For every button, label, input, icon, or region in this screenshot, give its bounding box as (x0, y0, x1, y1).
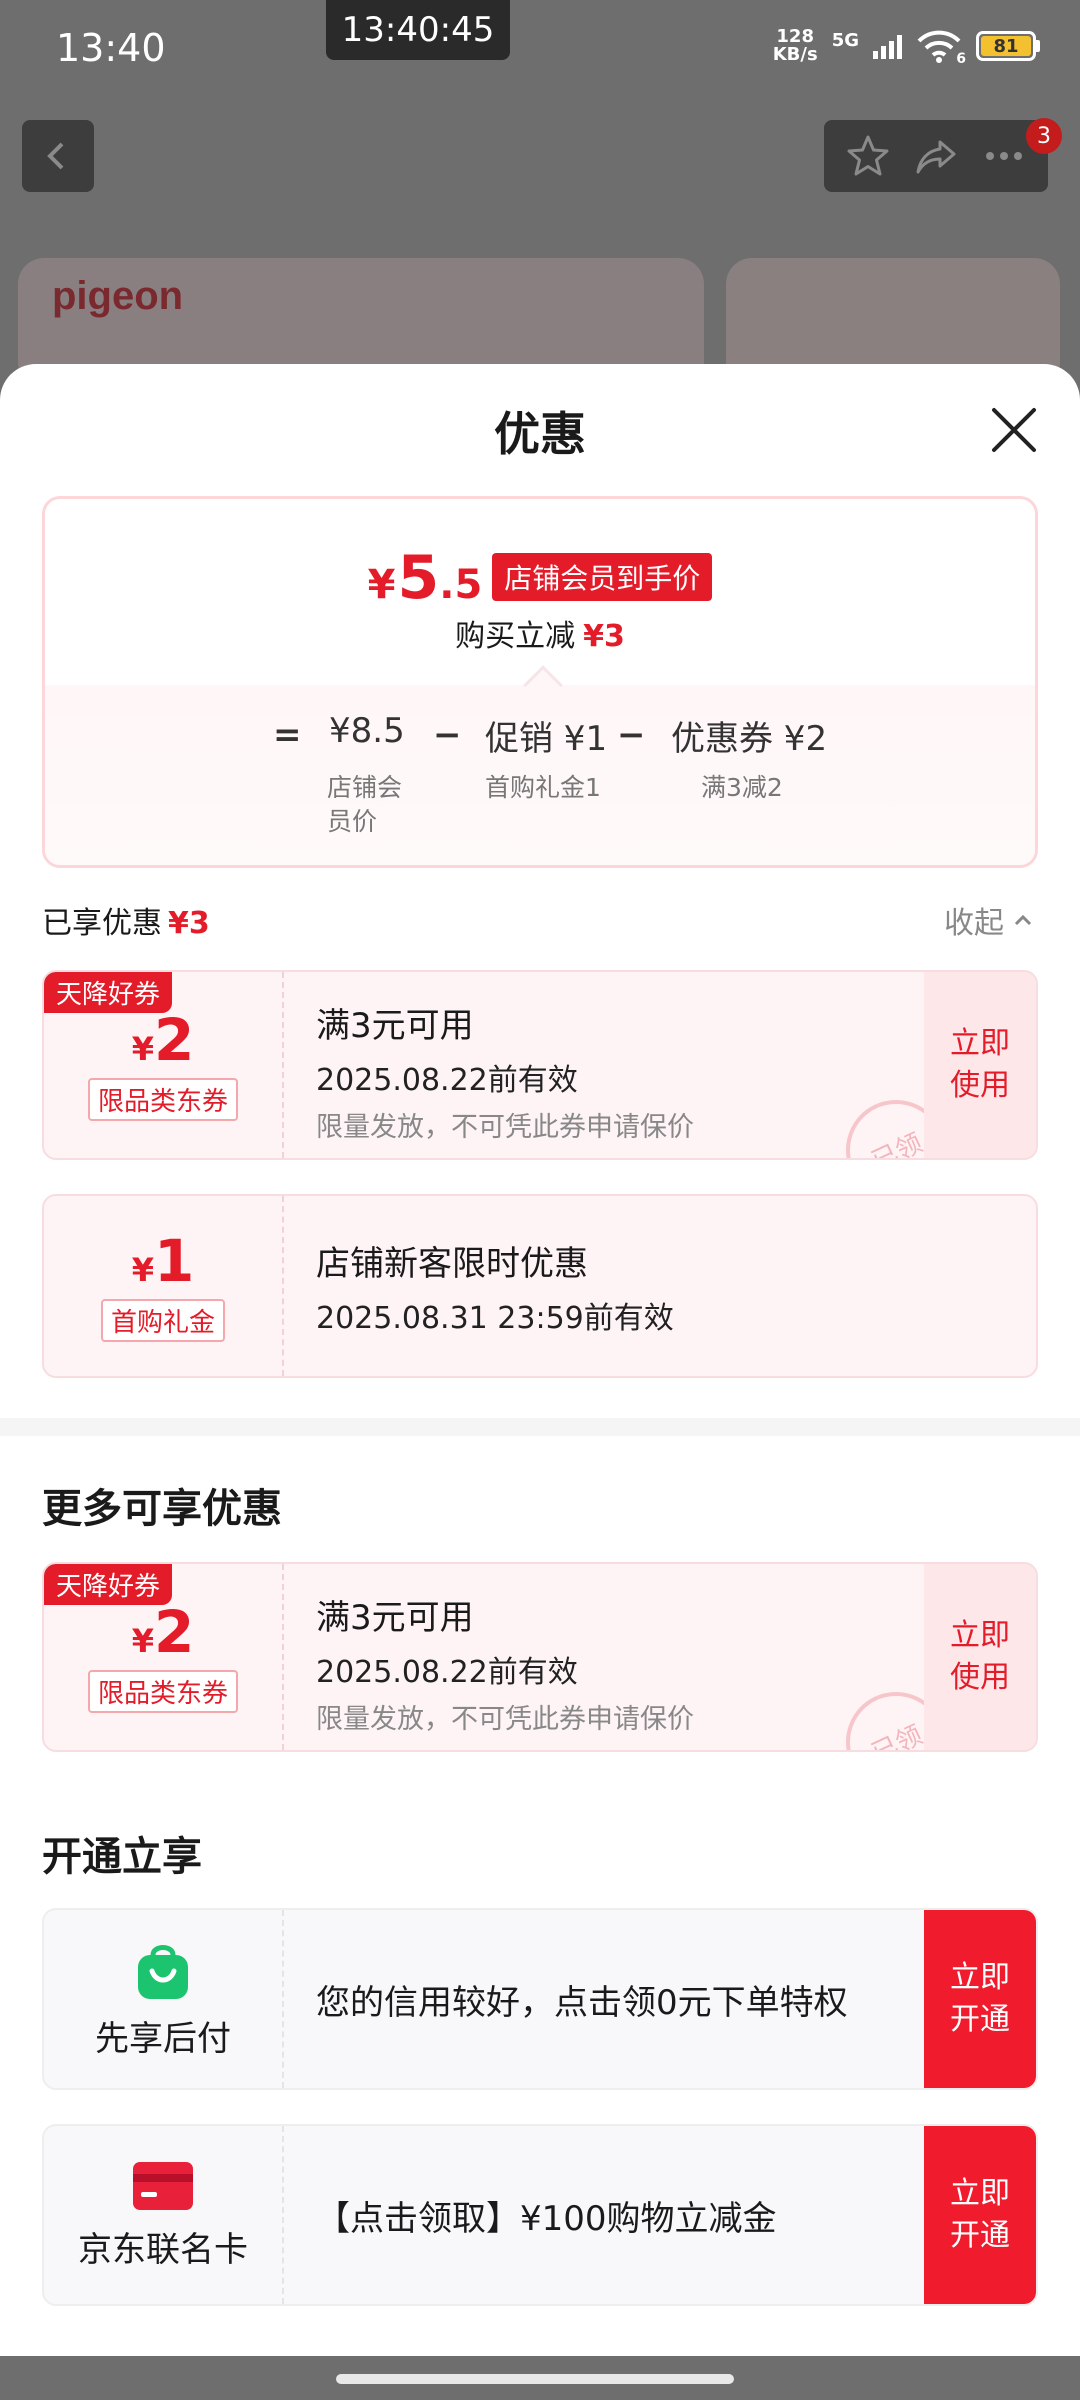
reduce-label: 购买立减 (455, 619, 576, 654)
navigation-bar (0, 2356, 1080, 2400)
back-button (22, 120, 94, 192)
equals-sign: = (273, 715, 302, 755)
collapse-toggle[interactable]: 收起 (944, 898, 1034, 942)
coupon-amount: 1 (153, 1226, 195, 1295)
status-time: 13:40 (56, 26, 166, 70)
open-now-button[interactable]: 立即开通 (924, 2126, 1036, 2304)
signal-icon (873, 33, 902, 59)
service-brand: 先享后付 (44, 1910, 284, 2088)
more-discounts-title: 更多可享优惠 (42, 1486, 282, 1532)
coupon-condition: 满3元可用 (316, 1598, 474, 1638)
coupon-details: 满3元可用 2025.08.22前有效 限量发放，不可凭此券申请保价 (316, 1590, 694, 1736)
service-brand: 京东联名卡 (44, 2126, 284, 2304)
back-arrow-icon (47, 142, 64, 170)
promo-label: 首购礼金1 (485, 773, 601, 802)
section-divider (0, 1418, 1080, 1436)
coupon-amount: 2 (153, 1005, 195, 1074)
notification-badge: 3 (1026, 118, 1062, 154)
use-now-button[interactable]: 立即使用 (924, 1564, 1036, 1750)
coupon-amount: 优惠券 ¥2 (671, 719, 828, 759)
brand-logo: pigeon (52, 274, 184, 318)
open-now-button[interactable]: 立即开通 (924, 1910, 1036, 2088)
more-icon (986, 152, 1022, 160)
coupon-card[interactable]: ¥2 限品类东券 天降好券 满3元可用 2025.08.22前有效 限量发放，不… (42, 970, 1038, 1160)
battery-icon: 81 (976, 31, 1040, 61)
final-price-int: 5 (397, 543, 440, 613)
coupon-ribbon: 天降好券 (44, 1564, 173, 1605)
coupon-condition: 店铺新客限时优惠 (316, 1244, 588, 1284)
coupon-note: 限量发放，不可凭此券申请保价 (316, 1704, 694, 1735)
coupon-note: 限量发放，不可凭此券申请保价 (316, 1112, 694, 1143)
open-now-label: 立即开通 (950, 2176, 1010, 2253)
credit-card-icon (133, 2161, 193, 2210)
reduce-amount: ¥3 (583, 619, 625, 654)
coupon-details: 店铺新客限时优惠 2025.08.31 23:59前有效 (316, 1236, 674, 1337)
open-now-label: 立即开通 (950, 1960, 1010, 2037)
use-now-button[interactable]: 立即使用 (924, 972, 1036, 1158)
promo-amount: 促销 ¥1 (485, 719, 608, 759)
close-icon[interactable] (984, 400, 1044, 460)
final-price: ¥ 5 .5 (368, 543, 483, 613)
share-icon (916, 140, 956, 174)
home-indicator[interactable] (336, 2374, 734, 2384)
page-actions (824, 120, 1048, 192)
coupon-type: 首购礼金 (100, 1298, 225, 1342)
currency-symbol: ¥ (131, 1250, 154, 1289)
status-indicators: 128 KB/s 5G 6 81 (773, 28, 1040, 67)
enjoyed-amount: ¥3 (168, 906, 210, 941)
coupon-condition: 满3元可用 (316, 1006, 474, 1046)
coupon-expiry: 2025.08.31 23:59前有效 (316, 1301, 674, 1336)
network-speed: 128 KB/s (773, 28, 818, 64)
service-name: 京东联名卡 (78, 2229, 248, 2270)
service-description: 您的信用较好，点击领0元下单特权 (316, 1982, 848, 2023)
coupon-details: 满3元可用 2025.08.22前有效 限量发放，不可凭此券申请保价 (316, 998, 694, 1144)
coupon-amount: 2 (153, 1597, 195, 1666)
coupon-type: 限品类东券 (87, 1669, 238, 1713)
coupon-expiry: 2025.08.22前有效 (316, 1063, 578, 1098)
battery-level: 81 (981, 36, 1031, 57)
currency-symbol: ¥ (131, 1029, 154, 1068)
clock-overlay: 13:40:45 (326, 0, 510, 60)
service-description: 【点击领取】¥100购物立减金 (316, 2198, 777, 2239)
service-card-co-branded-card[interactable]: 京东联名卡 【点击领取】¥100购物立减金 立即开通 (42, 2124, 1038, 2306)
coupon-card[interactable]: ¥1 首购礼金 店铺新客限时优惠 2025.08.31 23:59前有效 (42, 1194, 1038, 1378)
open-services-title: 开通立享 (42, 1834, 202, 1880)
enjoyed-label: 已享优惠 (42, 906, 162, 941)
final-price-dec: .5 (439, 562, 483, 608)
member-price-tag: 店铺会员到手价 (492, 553, 713, 601)
collapse-label: 收起 (944, 906, 1004, 941)
use-now-label: 立即使用 (950, 1026, 1010, 1103)
coupon-card[interactable]: ¥2 限品类东券 天降好券 满3元可用 2025.08.22前有效 限量发放，不… (42, 1562, 1038, 1752)
status-bar: 13:40 13:40:45 128 KB/s 5G 6 81 (0, 0, 1080, 100)
wifi-icon: 6 (916, 29, 966, 67)
base-price: ¥8.5 (329, 711, 405, 751)
chevron-up-icon (1014, 914, 1032, 926)
coupon-value: ¥1 首购礼金 (44, 1196, 284, 1376)
final-price-symbol: ¥ (367, 562, 396, 608)
reduce-line: 购买立减 ¥3 (45, 611, 1035, 655)
price-summary: ¥ 5 .5 店铺会员到手价 购买立减 ¥3 = ¥8.5 − 促销 ¥1 − 优… (42, 496, 1038, 868)
minus-sign: − (433, 715, 462, 755)
currency-symbol: ¥ (131, 1621, 154, 1660)
service-card-pay-later[interactable]: 先享后付 您的信用较好，点击领0元下单特权 立即开通 (42, 1908, 1038, 2090)
coupon-label: 满3减2 (701, 773, 783, 802)
base-price-label: 店铺会员价 (327, 773, 403, 836)
network-speed-unit: KB/s (772, 44, 818, 65)
use-now-label: 立即使用 (950, 1618, 1010, 1695)
wifi-label: 6 (956, 51, 966, 67)
minus-sign: − (617, 715, 646, 755)
shopping-bag-icon (138, 1944, 188, 1999)
sheet-title: 优惠 (494, 407, 586, 461)
discount-sheet: 优惠 ¥ 5 .5 店铺会员到手价 购买立减 ¥3 = ¥8.5 − 促销 ¥1 … (0, 364, 1080, 2356)
coupon-expiry: 2025.08.22前有效 (316, 1655, 578, 1690)
star-icon (847, 135, 889, 176)
network-type: 5G (831, 30, 859, 51)
coupon-ribbon: 天降好券 (44, 972, 173, 1013)
final-price-row: ¥ 5 .5 店铺会员到手价 (45, 543, 1035, 613)
service-name: 先享后付 (95, 2018, 231, 2059)
enjoyed-discount: 已享优惠 ¥3 (42, 898, 210, 942)
coupon-type: 限品类东券 (87, 1077, 238, 1121)
